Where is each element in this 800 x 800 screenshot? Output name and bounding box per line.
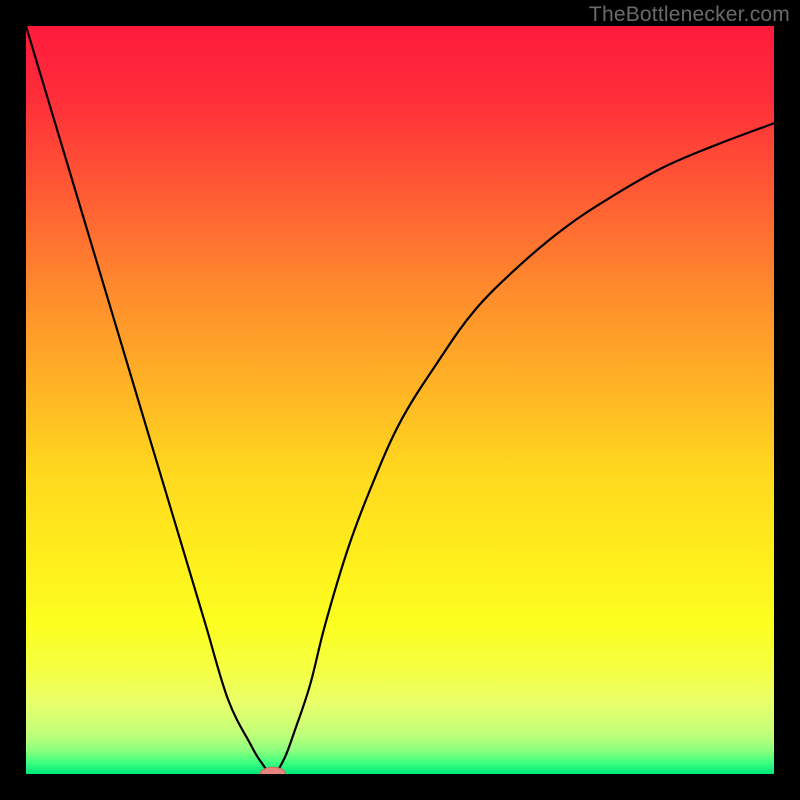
chart-frame [26, 26, 774, 774]
chart-svg [26, 26, 774, 774]
watermark-text: TheBottlenecker.com [589, 3, 790, 27]
